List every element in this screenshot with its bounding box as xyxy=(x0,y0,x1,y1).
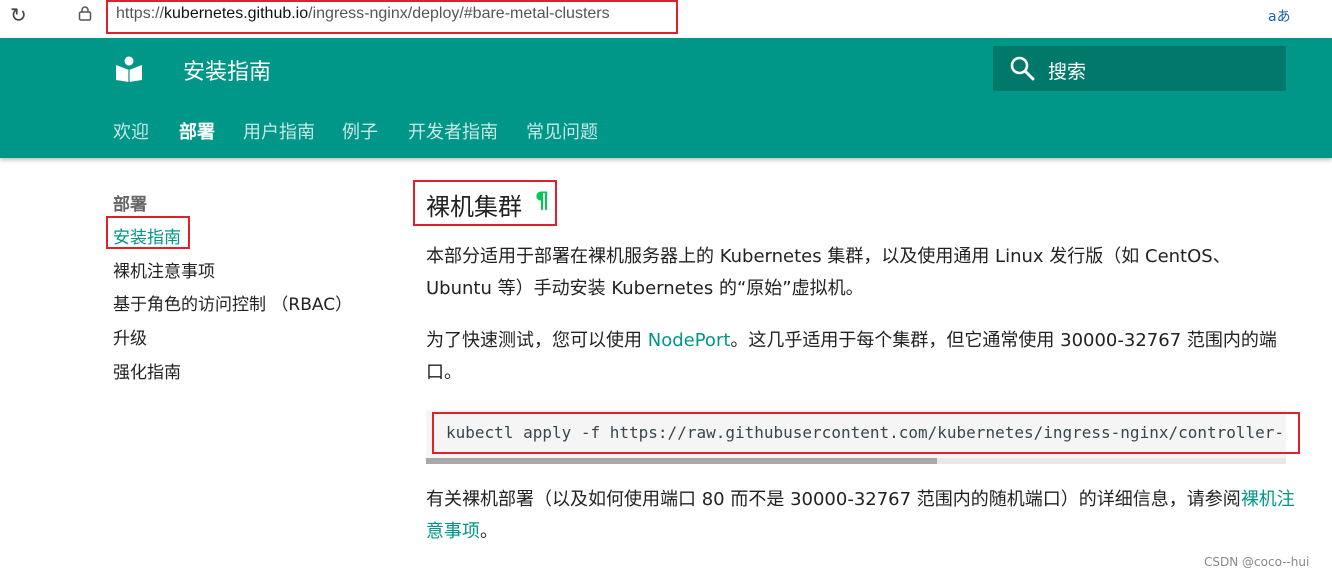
search-icon xyxy=(1010,56,1035,81)
paragraph-details: 有关裸机部署（以及如何使用端口 80 而不是 30000-32767 范围内的随… xyxy=(426,484,1296,548)
site-title[interactable]: 安装指南 xyxy=(183,54,271,86)
tab-developer-guide[interactable]: 开发者指南 xyxy=(408,118,498,144)
sidebar-item-rbac[interactable]: 基于角色的访问控制 （RBAC） xyxy=(113,290,352,315)
sidebar-item-upgrade[interactable]: 升级 xyxy=(113,324,147,349)
read-aloud-icon[interactable]: aあ xyxy=(1268,6,1291,26)
tab-faq[interactable]: 常见问题 xyxy=(526,118,598,144)
tab-user-guide[interactable]: 用户指南 xyxy=(243,118,315,144)
tab-welcome[interactable]: 欢迎 xyxy=(113,118,149,144)
tab-examples[interactable]: 例子 xyxy=(342,118,378,144)
heading-highlight-box xyxy=(413,180,557,226)
book-icon[interactable] xyxy=(115,56,143,82)
paragraph-text: 有关裸机部署（以及如何使用端口 80 而不是 30000-32767 范围内的随… xyxy=(426,489,1241,510)
sidebar-title: 部署 xyxy=(113,195,147,215)
code-highlight-box xyxy=(432,412,1300,454)
watermark: CSDN @coco--hui xyxy=(1204,555,1310,569)
code-scrollbar-thumb[interactable] xyxy=(426,458,937,464)
sidebar-highlight-box xyxy=(106,216,190,249)
paragraph-nodeport: 为了快速测试，您可以使用 NodePort。这几乎适用于每个集群，但它通常使用 … xyxy=(426,325,1296,389)
browser-toolbar: ↻ https://kubernetes.github.io/ingress-n… xyxy=(0,0,1332,38)
paragraph-intro: 本部分适用于部署在裸机服务器上的 Kubernetes 集群，以及使用通用 Li… xyxy=(426,246,1231,299)
url-highlight-box xyxy=(106,0,678,34)
sidebar-item-bare-metal[interactable]: 裸机注意事项 xyxy=(113,257,215,282)
paragraph-text: 为了快速测试，您可以使用 xyxy=(426,330,648,351)
nodeport-link[interactable]: NodePort xyxy=(648,330,731,351)
search-input[interactable]: 搜索 xyxy=(1048,57,1086,84)
site-header: 安装指南 搜索 欢迎 部署 用户指南 例子 开发者指南 常见问题 xyxy=(0,38,1332,158)
lock-icon[interactable] xyxy=(78,5,96,25)
sidebar-item-hardening[interactable]: 强化指南 xyxy=(113,358,181,383)
search-box[interactable] xyxy=(993,46,1286,91)
paragraph-text: 。 xyxy=(480,521,498,542)
tab-deploy[interactable]: 部署 xyxy=(179,118,215,144)
reload-icon[interactable]: ↻ xyxy=(10,4,32,26)
